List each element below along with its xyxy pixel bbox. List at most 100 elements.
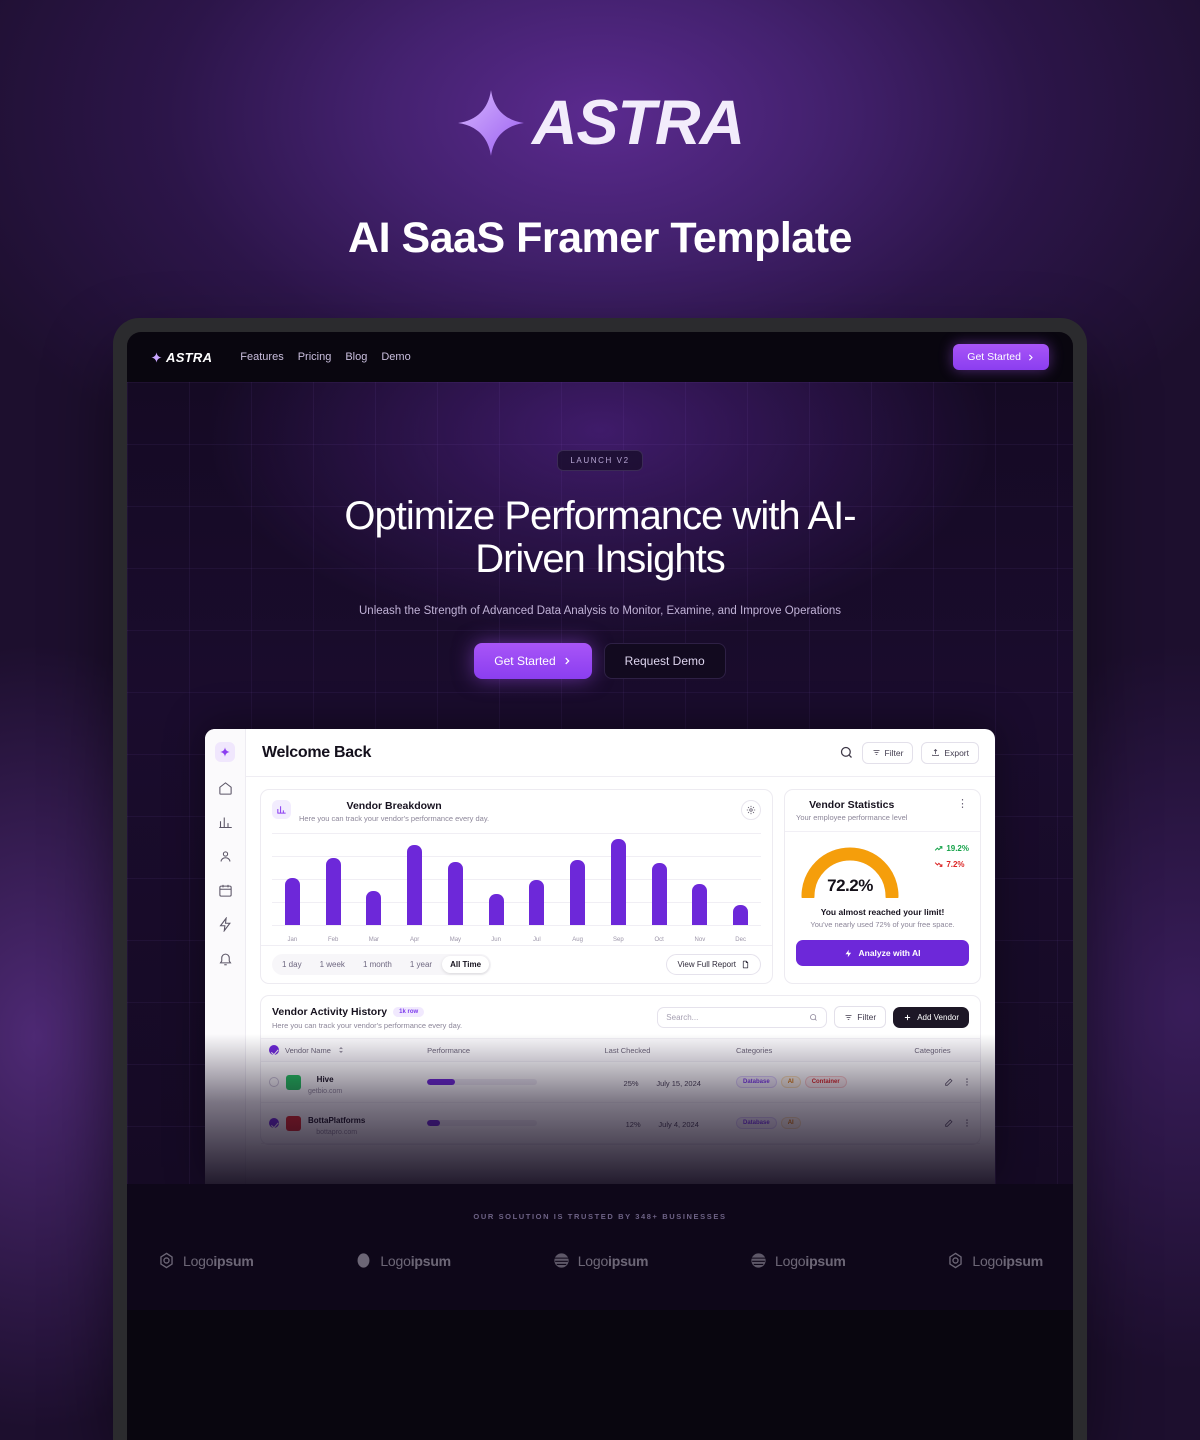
trusted-section: OUR SOLUTION IS TRUSTED BY 348+ BUSINESS… — [127, 1184, 1073, 1311]
vendor-statistics-title: Vendor Statistics — [809, 799, 895, 812]
chart-x-tick: Jan — [287, 937, 298, 944]
export-button[interactable]: Export — [921, 741, 979, 764]
category-tag[interactable]: Database — [736, 1076, 777, 1089]
chart-x-tick: Jun — [491, 937, 501, 944]
more-options-icon[interactable]: ⋮ — [957, 799, 969, 810]
cell-vendor: BottaPlatforms bottapro.com — [261, 1102, 420, 1145]
chart-bar-column — [354, 833, 395, 926]
search-box[interactable] — [657, 1006, 828, 1028]
search-icon[interactable] — [839, 745, 854, 760]
chart-bar-column — [680, 833, 721, 926]
nav-link-blog[interactable]: Blog — [345, 351, 367, 363]
filter-button[interactable]: Filter — [861, 741, 914, 764]
home-icon[interactable] — [218, 781, 233, 796]
sparkle-icon — [458, 90, 524, 156]
column-categories-1[interactable]: Categories — [728, 1038, 907, 1063]
activity-filter-button[interactable]: Filter — [834, 1006, 887, 1029]
chart-icon — [272, 800, 291, 820]
view-full-report-button[interactable]: View Full Report — [666, 954, 761, 976]
table-row[interactable]: BottaPlatforms bottapro.com 12% July 4, 20… — [261, 1102, 980, 1145]
range-tab-1-month[interactable]: 1 month — [355, 956, 400, 973]
hero-request-demo-button[interactable]: Request Demo — [603, 643, 726, 680]
category-tag[interactable]: Container — [804, 1076, 847, 1089]
bar-chart-icon — [277, 806, 286, 815]
performance-track — [427, 1079, 538, 1086]
range-tab-1-day[interactable]: 1 day — [274, 956, 310, 973]
nav-logo[interactable]: ASTRA — [151, 350, 212, 365]
column-vendor-name-label: Vendor Name — [285, 1045, 331, 1055]
bolt-icon — [845, 949, 852, 958]
range-tab-1-year[interactable]: 1 year — [402, 956, 440, 973]
trusted-label: OUR SOLUTION IS TRUSTED BY 348+ BUSINESS… — [473, 1212, 727, 1222]
more-options-icon[interactable] — [962, 1118, 972, 1128]
vendor-statistics-subtitle: Your employee performance level — [796, 813, 908, 823]
chart-bar — [651, 863, 667, 926]
user-icon[interactable] — [218, 849, 233, 864]
limit-alert-note: You've nearly used 72% of your free spac… — [810, 920, 955, 930]
nav-link-pricing[interactable]: Pricing — [298, 351, 332, 363]
chart-bars — [272, 833, 761, 926]
dashboard-main: Welcome Back Filter Export Vendor Breakd… — [246, 729, 995, 1184]
partner-logo: Logoipsum — [749, 1251, 846, 1270]
nav-get-started-button[interactable]: Get Started — [953, 344, 1049, 370]
vendor-breakdown-title: Vendor Breakdown — [346, 800, 442, 813]
calendar-icon[interactable] — [218, 883, 233, 898]
chart-bar — [529, 879, 545, 926]
category-tag[interactable]: AI — [780, 1117, 801, 1130]
chart-bar — [570, 859, 586, 926]
partner-mark-icon — [554, 1253, 569, 1268]
bell-icon[interactable] — [218, 951, 233, 966]
range-tab-all-time[interactable]: All Time — [442, 956, 490, 974]
dashboard-header-actions: Filter Export — [839, 741, 979, 764]
analyze-with-ai-label: Analyze with AI — [858, 948, 921, 959]
column-vendor-name[interactable]: Vendor Name — [261, 1038, 420, 1063]
nav-link-demo[interactable]: Demo — [381, 351, 410, 363]
sort-icon — [339, 1047, 343, 1054]
column-categories-2[interactable]: Categories — [906, 1038, 980, 1063]
gauge-row: 72.2% 19.2% 7.2% — [796, 840, 969, 899]
edit-icon[interactable] — [944, 1118, 954, 1128]
range-tab-1-week[interactable]: 1 week — [312, 956, 353, 973]
delta-up-value: 19.2% — [946, 844, 969, 854]
column-last-checked[interactable]: Last Checked — [596, 1038, 728, 1063]
delta-down-value: 7.2% — [946, 860, 965, 870]
hero-title: Optimize Performance with AI- Driven Ins… — [127, 494, 1073, 581]
hero-get-started-button[interactable]: Get Started — [474, 643, 592, 680]
category-tag[interactable]: Database — [736, 1117, 777, 1130]
cell-categories: Database AI Container — [728, 1061, 907, 1104]
chart-x-tick: May — [449, 937, 462, 944]
chart-bar-column — [639, 833, 680, 926]
vendor-name: BottaPlatforms — [308, 1116, 366, 1126]
category-tag[interactable]: AI — [780, 1076, 801, 1089]
search-input[interactable] — [666, 1012, 805, 1022]
nav-link-features[interactable]: Features — [240, 351, 283, 363]
nav-logo-label: ASTRA — [166, 349, 213, 365]
chart-bar-column — [720, 833, 761, 926]
performance-value: 25% — [623, 1079, 639, 1089]
chart-x-tick: Sep — [613, 937, 624, 944]
analyze-with-ai-button[interactable]: Analyze with AI — [796, 940, 969, 967]
vendor-breakdown-header: Vendor Breakdown Here you can track your… — [261, 790, 772, 833]
add-vendor-button[interactable]: Add Vendor — [893, 1006, 969, 1028]
select-all-checkbox[interactable] — [269, 1045, 279, 1056]
hero-title-line1: Optimize Performance with AI- — [344, 494, 856, 538]
chart-x-tick: Feb — [327, 937, 339, 944]
more-options-icon[interactable] — [962, 1077, 972, 1087]
edit-icon[interactable] — [944, 1077, 954, 1087]
chart-x-tick: Dec — [735, 937, 746, 944]
row-checkbox[interactable] — [269, 1077, 279, 1088]
column-performance[interactable]: Performance — [419, 1038, 597, 1063]
table-row[interactable]: Hive getbio.com 25% July 15, 2024 Database A… — [261, 1061, 980, 1104]
export-icon — [932, 749, 940, 757]
analytics-icon[interactable] — [218, 815, 233, 830]
last-checked-date: July 4, 2024 — [658, 1120, 699, 1130]
vendor-statistics-card: Vendor Statistics Your employee performa… — [784, 789, 981, 985]
chart-settings-button[interactable] — [741, 800, 761, 821]
row-checkbox[interactable] — [269, 1118, 279, 1129]
partner-mark-icon — [751, 1253, 766, 1268]
vendor-breakdown-chart: Jan Feb Mar Apr May Jun Jul Aug Sep Oct Nov Dec — [261, 833, 772, 945]
bolt-icon[interactable] — [218, 917, 233, 933]
range-tab-group: 1 day 1 week 1 month 1 year All Time — [272, 954, 492, 976]
filter-icon — [873, 750, 880, 756]
table-header: Vendor Name Performance Last Checked Cat… — [261, 1038, 980, 1063]
